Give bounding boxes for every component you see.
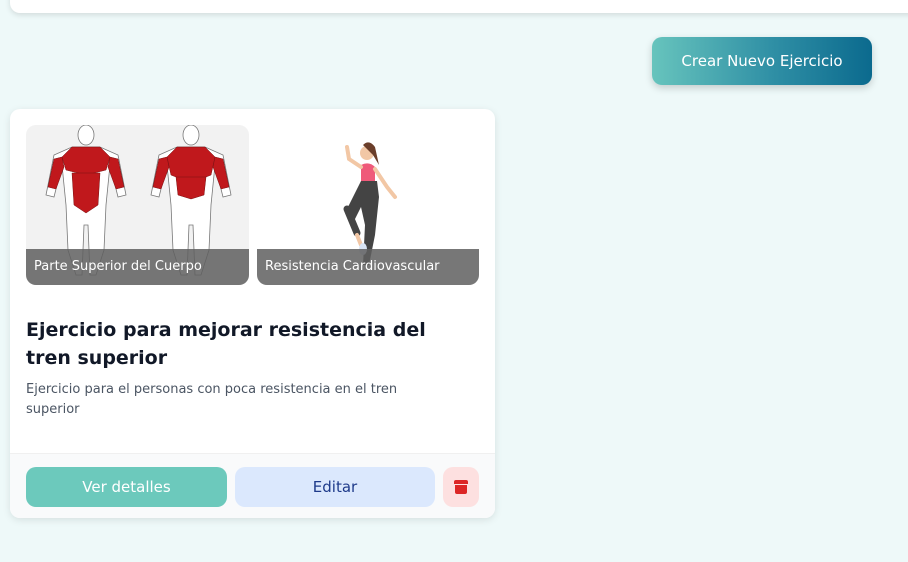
- exercise-type-label: Resistencia Cardiovascular: [257, 249, 479, 285]
- exercise-card: Parte Superior del Cuerpo Resistencia Ca…: [10, 109, 495, 518]
- exercise-title: Ejercicio para mejorar resistencia del t…: [26, 319, 426, 369]
- top-panel: [10, 0, 908, 13]
- exercise-description: Ejercicio para el personas con poca resi…: [26, 382, 398, 417]
- muscle-group-label: Parte Superior del Cuerpo: [26, 249, 249, 285]
- delete-button[interactable]: [443, 467, 479, 507]
- exercise-type-image: Resistencia Cardiovascular: [257, 125, 479, 285]
- trash-icon: [454, 480, 468, 494]
- create-exercise-button[interactable]: Crear Nuevo Ejercicio: [652, 37, 872, 85]
- edit-button[interactable]: Editar: [235, 467, 435, 507]
- view-details-button[interactable]: Ver detalles: [26, 467, 227, 507]
- muscle-group-image: Parte Superior del Cuerpo: [26, 125, 249, 285]
- card-actions: Ver detalles Editar: [10, 453, 495, 518]
